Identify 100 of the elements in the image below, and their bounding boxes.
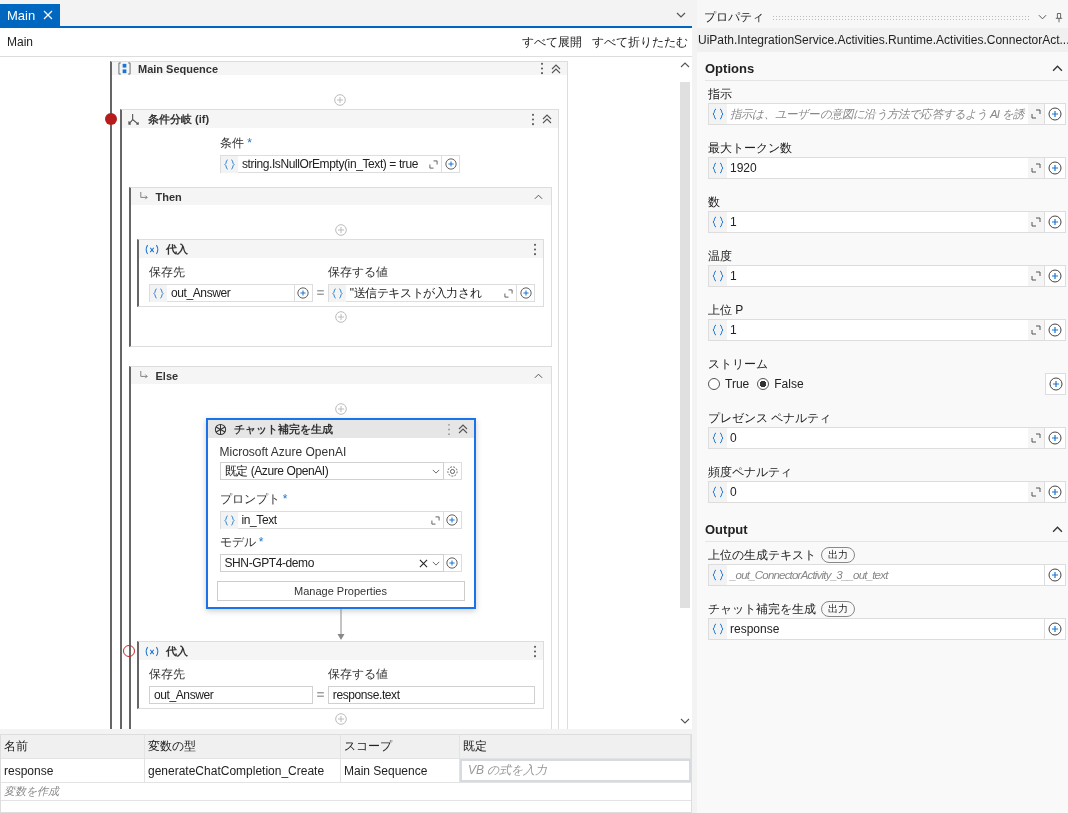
table-cell: response <box>1 759 145 782</box>
more-icon[interactable] <box>531 112 535 126</box>
expand-icon[interactable] <box>504 288 513 298</box>
column-header[interactable]: 変数の型 <box>145 735 341 758</box>
collapse-icon[interactable] <box>542 114 552 124</box>
property-field[interactable]: 1 <box>708 211 1046 233</box>
section-header[interactable]: Output <box>705 517 1068 542</box>
expression-icon <box>328 284 346 302</box>
expand-icon[interactable] <box>429 159 438 169</box>
branch-arrow-icon <box>138 371 148 380</box>
property-field[interactable]: 1920 <box>708 157 1046 179</box>
field-label: 保存する値 <box>327 666 389 683</box>
expression-icon <box>712 162 724 174</box>
chevron-icon[interactable] <box>1052 525 1064 533</box>
property-label: 頻度ペナルティ <box>708 463 792 481</box>
field-label: Microsoft Azure OpenAI <box>219 445 348 459</box>
expression-icon <box>712 270 724 282</box>
chevron-down-icon[interactable] <box>431 468 440 474</box>
model-dropdown[interactable]: SHN-GPT4-demo <box>219 554 444 572</box>
collapse-icon[interactable] <box>457 424 468 434</box>
property-field[interactable]: 0 <box>708 481 1046 503</box>
chevron-down-icon[interactable] <box>676 12 686 18</box>
target-field[interactable]: out_Answer <box>149 284 295 302</box>
condition-field[interactable]: string.IsNullOrEmpty(in_Text) = true <box>220 155 442 173</box>
prompt-field[interactable]: in_Text <box>219 511 444 529</box>
toolbar-link[interactable]: すべて展開 <box>522 33 582 51</box>
property-field[interactable]: _out_ConnectorActivity_3__out_text <box>708 564 1046 586</box>
add-button[interactable] <box>1045 618 1067 640</box>
more-icon[interactable] <box>533 644 537 658</box>
radio-button[interactable] <box>757 378 770 390</box>
connection-dropdown[interactable]: 既定 (Azure OpenAI) <box>219 462 444 480</box>
property-label: プレゼンス ペナルティ <box>708 409 832 427</box>
expression-icon <box>712 486 724 498</box>
add-button[interactable] <box>1045 564 1067 586</box>
value-field[interactable]: response.text <box>327 686 535 704</box>
value-field[interactable]: "送信テキストが入力され <box>327 284 517 302</box>
column-header[interactable]: スコープ <box>341 735 460 758</box>
document-tab[interactable]: Main <box>0 4 61 26</box>
more-icon[interactable] <box>533 242 537 256</box>
section-header[interactable]: Options <box>705 56 1068 81</box>
add-button[interactable] <box>1045 319 1067 341</box>
add-button[interactable] <box>1045 211 1067 233</box>
property-field[interactable]: 1 <box>708 319 1046 341</box>
property-label: 上位 P <box>708 301 744 319</box>
chevron-icon[interactable] <box>1052 64 1064 72</box>
breakpoint-icon[interactable] <box>105 113 117 125</box>
add-button[interactable] <box>517 284 535 302</box>
property-field[interactable]: 1 <box>708 265 1046 287</box>
radio-label[interactable]: True <box>725 377 750 391</box>
target-field[interactable]: out_Answer <box>149 686 313 704</box>
property-field[interactable]: response <box>708 618 1046 640</box>
branch-arrow-icon <box>138 192 148 201</box>
chat-activity[interactable]: チャット補完を生成 Microsoft Azure OpenAI 既定 (Azure OpenAI) プロンプト * in_Text モデル * SHN-GPT4-demo Manage Properties <box>205 418 476 609</box>
radio-label[interactable]: False <box>774 377 804 391</box>
expression-icon <box>712 432 724 444</box>
property-field[interactable]: 指示は、ユーザーの意図に沿う方法で応答するよう AI を誘 <box>708 103 1046 125</box>
column-header[interactable]: 名前 <box>1 735 145 758</box>
breadcrumb[interactable]: Main <box>7 35 33 49</box>
field-label: 条件 <box>220 136 244 150</box>
scroll-up-icon[interactable] <box>680 62 690 68</box>
pin-icon[interactable] <box>1055 11 1064 23</box>
add-button[interactable] <box>1045 373 1067 395</box>
field-label: 保存する値 <box>327 264 389 281</box>
branch-icon <box>128 112 141 126</box>
add-button[interactable] <box>1045 157 1067 179</box>
equals-icon <box>316 692 324 697</box>
add-button[interactable] <box>1045 427 1067 449</box>
property-field[interactable]: 0 <box>708 427 1046 449</box>
property-label: ストリーム <box>708 355 768 373</box>
activity-title: 代入 <box>166 643 188 659</box>
scroll-thumb[interactable] <box>680 82 690 608</box>
column-header[interactable]: 既定 <box>460 735 691 758</box>
field-label: 保存先 <box>149 264 186 281</box>
add-button[interactable] <box>1045 265 1067 287</box>
radio-button[interactable] <box>708 378 720 390</box>
collapse-icon[interactable] <box>533 372 543 379</box>
create-variable-hint[interactable]: 変数を作成 <box>4 784 59 799</box>
chevron-down-icon[interactable] <box>1038 14 1048 20</box>
expand-icon[interactable] <box>430 515 440 525</box>
add-button[interactable] <box>1045 481 1067 503</box>
variable-icon <box>145 243 159 255</box>
add-button[interactable] <box>1045 103 1067 125</box>
required-mark: * <box>247 136 252 150</box>
more-icon[interactable] <box>540 62 544 75</box>
scroll-down-icon[interactable] <box>680 718 690 724</box>
activity-title: 代入 <box>166 241 188 257</box>
field-label: モデル <box>219 535 256 549</box>
toolbar-link[interactable]: すべて折りたたむ <box>592 33 688 51</box>
collapse-icon[interactable] <box>533 193 543 200</box>
manage-properties-button[interactable]: Manage Properties <box>216 581 465 601</box>
assign-activity[interactable]: 代入 保存先 out_Answer 保存する値 "送信テキストが入力され <box>137 239 544 307</box>
clear-icon[interactable] <box>418 558 428 568</box>
knot-icon <box>213 422 227 436</box>
collapse-icon[interactable] <box>551 63 561 74</box>
required-mark: * <box>282 492 288 506</box>
chevron-down-icon[interactable] <box>431 560 440 566</box>
assign-activity[interactable]: 代入 保存先 out_Answer 保存する値 response.text <box>137 641 544 709</box>
close-icon[interactable] <box>43 10 54 20</box>
add-button[interactable] <box>442 155 460 173</box>
table-cell: generateChatCompletion_Create <box>145 759 341 782</box>
